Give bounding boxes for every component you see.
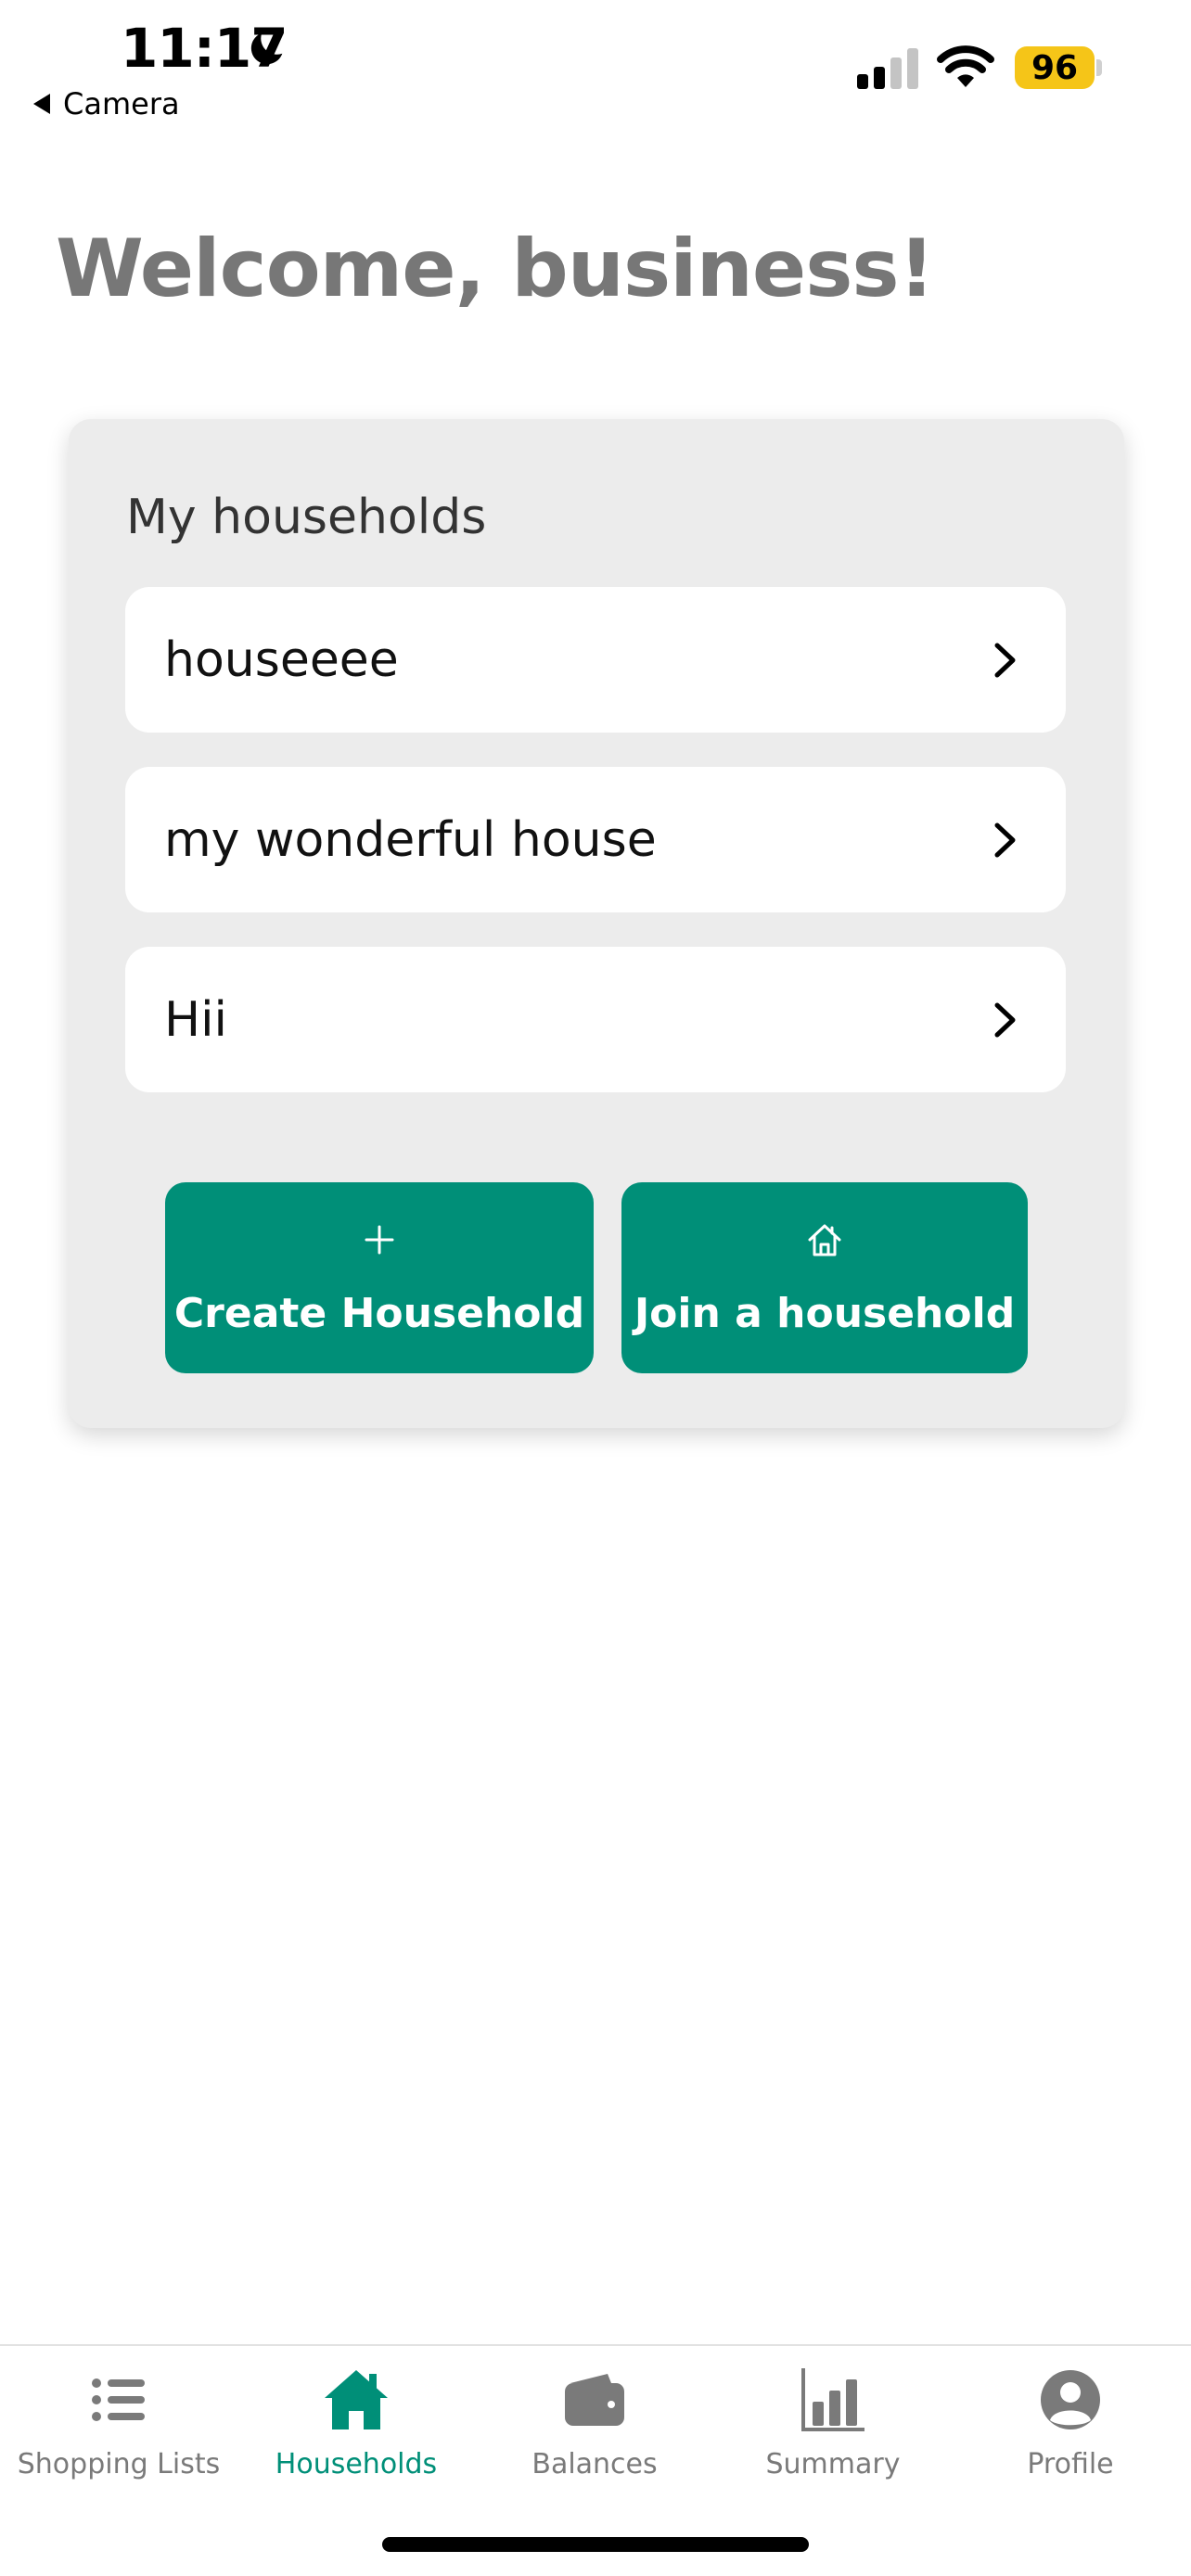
chevron-right-icon xyxy=(994,1002,1016,1037)
battery-tip xyxy=(1096,59,1102,76)
create-household-label: Create Household xyxy=(173,1289,585,1337)
tab-label: Households xyxy=(275,2448,438,2480)
households-screen: 11:17 Camera 96 Welcome, business! My ho… xyxy=(0,0,1191,2576)
tab-label: Balances xyxy=(531,2448,658,2480)
join-household-label: Join a household xyxy=(634,1289,1016,1337)
tab-label: Summary xyxy=(765,2448,901,2480)
chevron-right-icon xyxy=(994,643,1016,677)
back-arrow-icon xyxy=(33,94,50,114)
wallet-icon xyxy=(565,2374,624,2426)
tab-label: Profile xyxy=(1027,2448,1114,2480)
home-icon xyxy=(325,2370,388,2429)
create-household-button[interactable]: Create Household xyxy=(165,1182,594,1373)
household-name: my wonderful house xyxy=(164,811,657,868)
home-indicator xyxy=(382,2537,809,2552)
moon-icon xyxy=(250,32,283,65)
back-to-camera-link[interactable]: Camera xyxy=(33,85,180,122)
profile-icon xyxy=(1041,2370,1100,2429)
tab-summary[interactable]: Summary xyxy=(714,2365,952,2504)
household-name: houseeee xyxy=(164,631,399,688)
cellular-signal-icon xyxy=(857,48,918,89)
household-name: Hii xyxy=(164,991,227,1048)
wifi-icon xyxy=(937,45,994,87)
households-card: My households houseeee my wonderful hous… xyxy=(69,419,1124,1428)
tab-households[interactable]: Households xyxy=(237,2365,475,2504)
tab-profile[interactable]: Profile xyxy=(952,2365,1189,2504)
household-item[interactable]: Hii xyxy=(125,947,1066,1092)
join-household-button[interactable]: Join a household xyxy=(621,1182,1028,1373)
chevron-right-icon xyxy=(994,823,1016,857)
card-title: My households xyxy=(126,490,487,545)
household-item[interactable]: houseeee xyxy=(125,587,1066,733)
back-link-label: Camera xyxy=(63,86,180,121)
tab-shopping-lists[interactable]: Shopping Lists xyxy=(0,2365,237,2504)
household-item[interactable]: my wonderful house xyxy=(125,767,1066,912)
bar-chart-icon xyxy=(801,2368,864,2431)
battery-indicator: 96 xyxy=(1015,46,1095,89)
tab-label: Shopping Lists xyxy=(17,2448,221,2480)
list-icon xyxy=(92,2378,145,2421)
tab-balances[interactable]: Balances xyxy=(476,2365,713,2504)
plus-icon xyxy=(365,1225,394,1254)
page-title: Welcome, business! xyxy=(56,223,935,315)
house-outline-icon xyxy=(808,1224,841,1256)
